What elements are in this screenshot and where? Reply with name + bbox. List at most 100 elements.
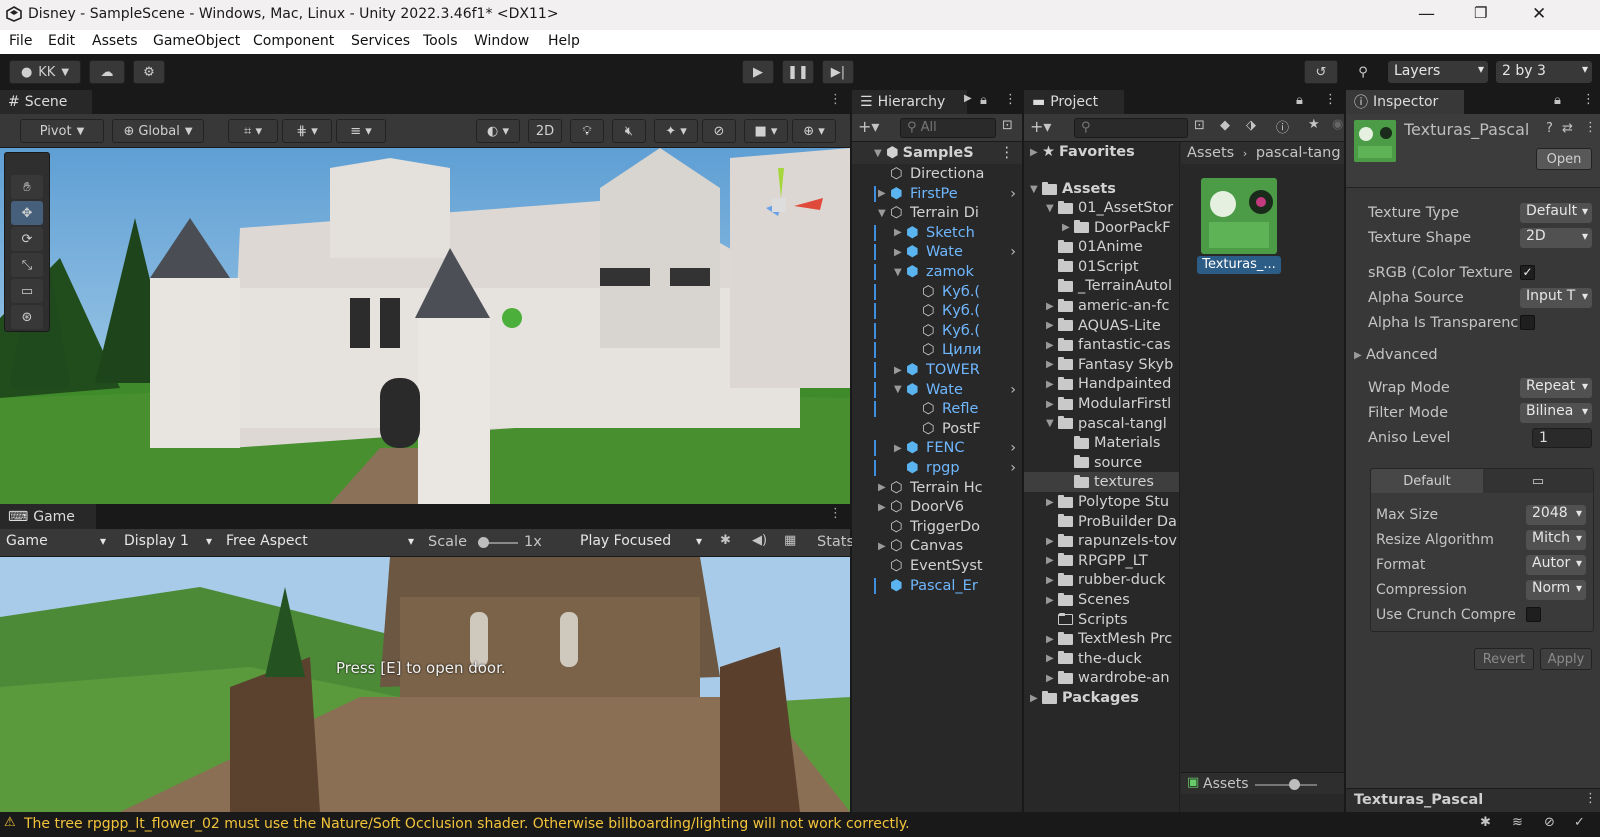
- chevron-right-icon[interactable]: ▶: [894, 227, 906, 238]
- favorites-item[interactable]: ▶ ★ Favorites: [1024, 142, 1179, 162]
- resize-algorithm-dropdown[interactable]: Mitch: [1526, 530, 1586, 550]
- warning-filter-icon[interactable]: ⓘ: [1276, 117, 1289, 136]
- project-folder-item[interactable]: source: [1024, 453, 1179, 473]
- alpha-transparency-checkbox[interactable]: [1520, 315, 1535, 330]
- filter-icon[interactable]: ⊡: [1002, 118, 1013, 133]
- tab-scene[interactable]: # Scene: [0, 90, 92, 114]
- tab-hierarchy[interactable]: ☰ Hierarchy: [852, 90, 967, 114]
- texture-shape-dropdown[interactable]: 2D: [1520, 228, 1592, 248]
- chevron-right-icon[interactable]: ›: [1010, 382, 1016, 398]
- project-folder-item[interactable]: ▶ Scenes: [1024, 590, 1179, 610]
- chevron-down-icon[interactable]: ▼: [878, 208, 890, 219]
- chevron-right-icon[interactable]: ▶: [878, 502, 890, 513]
- chevron-right-icon[interactable]: ›: [1010, 460, 1016, 476]
- chevron-right-icon[interactable]: ▶: [1046, 595, 1058, 606]
- layers-dropdown[interactable]: Layers: [1388, 61, 1488, 83]
- visibility-toggle[interactable]: ⊘: [702, 119, 736, 143]
- camera-dropdown[interactable]: ■ ▾: [744, 119, 788, 143]
- global-dropdown[interactable]: ⊕ Global ▼: [112, 119, 204, 143]
- chevron-right-icon[interactable]: ›: [1010, 440, 1016, 456]
- filter-type-icon[interactable]: ⊡: [1194, 118, 1205, 133]
- chevron-right-icon[interactable]: ▶: [894, 443, 906, 454]
- project-folder-item[interactable]: ▶ rapunzels-tov: [1024, 531, 1179, 551]
- alpha-source-dropdown[interactable]: Input T: [1520, 288, 1592, 308]
- search-button[interactable]: ⚲: [1346, 60, 1380, 84]
- texture-type-dropdown[interactable]: Default: [1520, 203, 1592, 223]
- collab-button[interactable]: ⚙: [133, 60, 165, 84]
- game-view-dropdown[interactable]: Game: [0, 533, 110, 553]
- hierarchy-item[interactable]: ⬡ TriggerDo: [852, 517, 1022, 537]
- scale-slider-thumb[interactable]: [478, 537, 489, 548]
- hierarchy-item[interactable]: ▶ ⬢ FirstPe ›: [852, 184, 1022, 204]
- project-folder-item[interactable]: ▶ wardrobe-an: [1024, 668, 1179, 688]
- packages-item[interactable]: ▶ Packages: [1024, 688, 1179, 708]
- project-folder-item[interactable]: ▶ Handpainted: [1024, 374, 1179, 394]
- hierarchy-scene-root[interactable]: ▼ ⬢ SampleS ⋮: [852, 142, 1022, 164]
- hierarchy-item[interactable]: ⬡ PostF: [852, 419, 1022, 439]
- hierarchy-item[interactable]: ⬢ rpgp ›: [852, 458, 1022, 478]
- hierarchy-item[interactable]: ⬡ Directiona: [852, 164, 1022, 184]
- keyboard-icon[interactable]: ▦: [784, 533, 796, 548]
- project-menu-icon[interactable]: ⋮: [1324, 92, 1337, 107]
- check-circle-icon[interactable]: ✓: [1574, 815, 1585, 830]
- chevron-right-icon[interactable]: ▶: [1046, 379, 1058, 390]
- hierarchy-item[interactable]: ▼ ⬡ Terrain Di: [852, 203, 1022, 223]
- aniso-level-input[interactable]: 1: [1532, 428, 1592, 448]
- scene-menu-icon[interactable]: ⋮: [829, 92, 842, 107]
- cloud-button[interactable]: ☁: [89, 60, 125, 84]
- assets-root-item[interactable]: ▼ Assets: [1024, 179, 1179, 199]
- hierarchy-item[interactable]: ⬢ Pascal_Er: [852, 576, 1022, 596]
- project-folder-item[interactable]: ▼ pascal-tangl: [1024, 414, 1179, 434]
- minimize-icon[interactable]: —: [1418, 4, 1435, 24]
- chevron-right-icon[interactable]: ▶: [1046, 340, 1058, 351]
- project-folder-item[interactable]: ProBuilder Da: [1024, 512, 1179, 532]
- game-menu-icon[interactable]: ⋮: [829, 506, 842, 521]
- lighting-toggle[interactable]: 💡︎: [570, 119, 604, 143]
- project-search-input[interactable]: ⚲: [1074, 118, 1188, 138]
- chevron-down-icon[interactable]: ▼: [894, 384, 906, 395]
- asset-label[interactable]: Texturas_...: [1197, 256, 1281, 274]
- tab-platform-default[interactable]: Default: [1371, 469, 1483, 493]
- chevron-right-icon[interactable]: ›: [1010, 244, 1016, 260]
- chevron-right-icon[interactable]: ▶: [878, 188, 890, 199]
- project-folder-item[interactable]: ▶ Fantasy Skyb: [1024, 355, 1179, 375]
- play-mode-dropdown[interactable]: Play Focused: [574, 533, 706, 553]
- chevron-right-icon[interactable]: ▶: [894, 365, 906, 376]
- project-folder-item[interactable]: Scripts: [1024, 610, 1179, 630]
- project-folder-item[interactable]: ▶ fantastic-cas: [1024, 335, 1179, 355]
- align-button[interactable]: ≡ ▾: [336, 119, 386, 143]
- wrap-mode-dropdown[interactable]: Repeat: [1520, 378, 1592, 398]
- hierarchy-item[interactable]: ▶ ⬡ Canvas: [852, 536, 1022, 556]
- zoom-slider-thumb[interactable]: [1289, 779, 1300, 790]
- chevron-right-icon[interactable]: ▶: [1046, 536, 1058, 547]
- chevron-down-icon[interactable]: ▼: [1046, 203, 1058, 214]
- hierarchy-item[interactable]: ⬡ Куб.(: [852, 282, 1022, 302]
- chevron-right-icon[interactable]: ▶: [1046, 653, 1058, 664]
- rotate-tool[interactable]: ⟳: [11, 227, 43, 251]
- maximize-icon[interactable]: ❐: [1474, 4, 1487, 22]
- increment-snap-button[interactable]: ⋕ ▾: [282, 119, 332, 143]
- preview-menu-icon[interactable]: ⋮: [1584, 791, 1597, 806]
- scale-tool[interactable]: ⤡: [11, 253, 43, 277]
- chevron-right-icon[interactable]: ▶: [1046, 320, 1058, 331]
- project-folder-item[interactable]: ▶ Polytope Stu: [1024, 492, 1179, 512]
- chevron-right-icon[interactable]: ▶: [878, 541, 890, 552]
- star-icon[interactable]: ★: [1308, 117, 1320, 132]
- texture-thumbnail[interactable]: [1201, 178, 1277, 254]
- bug-icon[interactable]: ✱: [720, 533, 731, 548]
- hierarchy-item[interactable]: ▶ ⬢ Sketch: [852, 223, 1022, 243]
- menu-gameobject[interactable]: GameObject: [153, 33, 240, 49]
- hierarchy-search-input[interactable]: ⚲ All: [900, 118, 996, 138]
- project-folder-item[interactable]: ▶ rubber-duck: [1024, 570, 1179, 590]
- eye-icon[interactable]: ◉: [1332, 117, 1343, 132]
- chevron-down-icon[interactable]: ▼: [894, 267, 906, 278]
- advanced-foldout[interactable]: ▶ Advanced: [1354, 344, 1438, 366]
- chevron-right-icon[interactable]: ▶: [1046, 301, 1058, 312]
- label-icon[interactable]: ⬗: [1246, 118, 1256, 133]
- hierarchy-item[interactable]: ▶ ⬢ TOWER: [852, 360, 1022, 380]
- menu-edit[interactable]: Edit: [48, 33, 75, 49]
- menu-window[interactable]: Window: [474, 33, 529, 49]
- hierarchy-item[interactable]: ▶ ⬢ FENC ›: [852, 438, 1022, 458]
- add-icon[interactable]: +▾: [1030, 117, 1051, 136]
- hierarchy-item[interactable]: ▶ ⬡ Terrain Hc: [852, 478, 1022, 498]
